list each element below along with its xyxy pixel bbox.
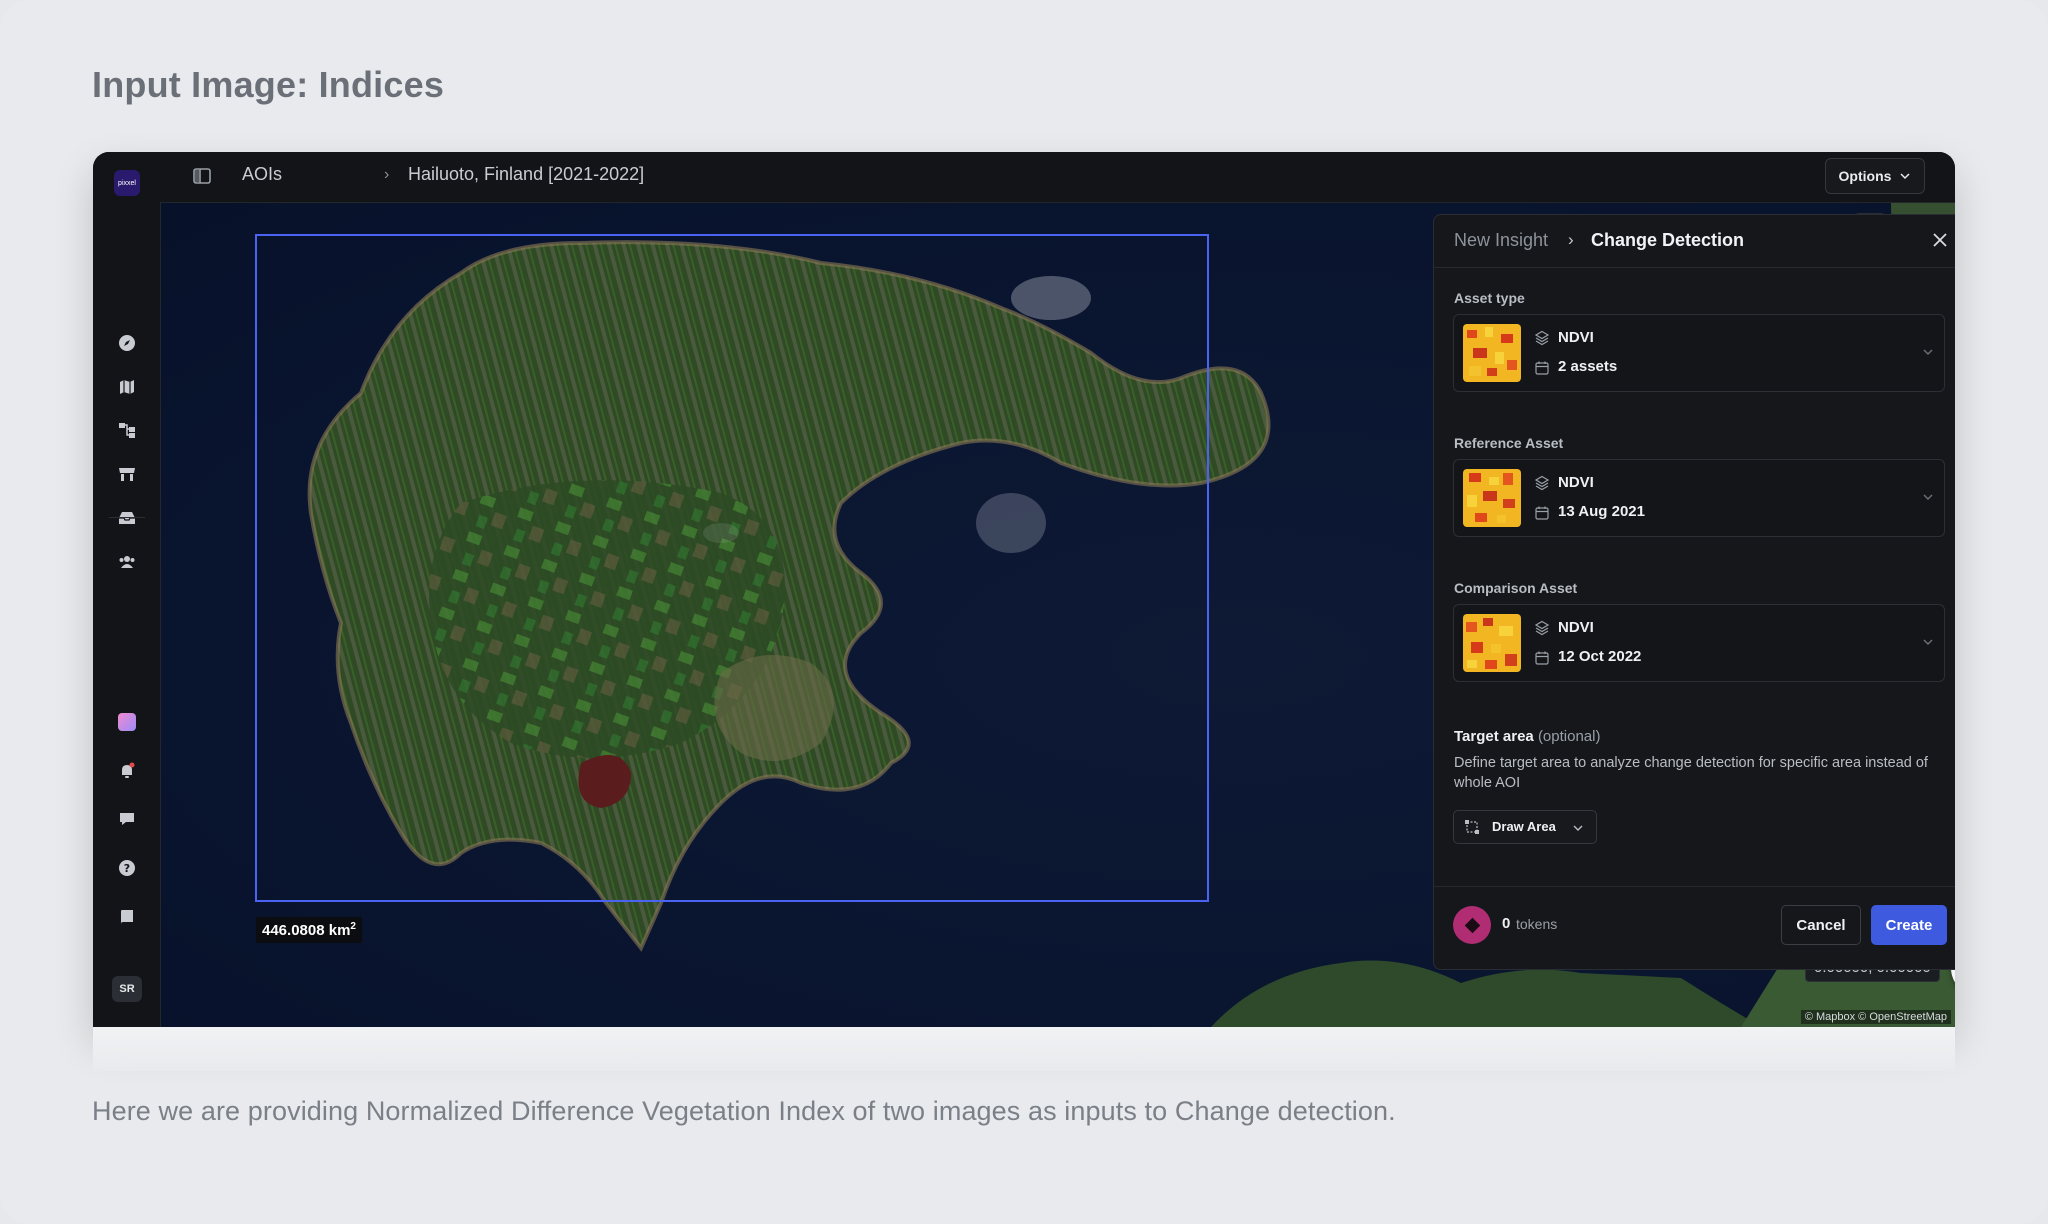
reference-asset-select[interactable]: NDVI 13 Aug 2021: [1453, 459, 1945, 537]
page-caption: Here we are providing Normalized Differe…: [92, 1096, 1396, 1126]
map-nav-icon[interactable]: [116, 376, 138, 398]
help-icon[interactable]: ?: [116, 857, 138, 879]
workspace-icon[interactable]: [118, 713, 136, 731]
breadcrumb-separator: ›: [1568, 230, 1574, 249]
chevron-down-icon: [1900, 173, 1910, 180]
insight-panel: New Insight › Change Detection Asset typ…: [1433, 214, 1955, 970]
target-area-optional: (optional): [1537, 728, 1601, 745]
screenshot-shadow: [93, 1027, 1955, 1071]
draw-area-button[interactable]: Draw Area: [1453, 810, 1597, 844]
breadcrumb-separator: ›: [384, 166, 390, 183]
app-logo[interactable]: pixxel: [114, 170, 140, 196]
area-unit-exponent: 2: [350, 921, 356, 932]
reference-asset-date: 13 Aug 2021: [1558, 503, 1645, 520]
ndvi-thumbnail: [1463, 469, 1521, 527]
options-button[interactable]: Options: [1825, 158, 1925, 194]
aoi-boundary[interactable]: [255, 234, 1209, 902]
comparison-asset-label: Comparison Asset: [1454, 580, 1578, 596]
create-button[interactable]: Create: [1871, 905, 1947, 945]
sidebar: pixxel ? SR: [93, 152, 161, 1027]
breadcrumb-aoi-name[interactable]: Hailuoto, Finland [2021-2022]: [408, 164, 644, 185]
compass-nav-icon[interactable]: [116, 332, 138, 354]
chevron-down-icon: [1922, 346, 1934, 358]
user-avatar[interactable]: SR: [112, 976, 142, 1002]
target-area-label: Target area: [1454, 728, 1534, 745]
feedback-icon[interactable]: [116, 808, 138, 830]
options-label: Options: [1838, 168, 1892, 184]
team-nav-icon[interactable]: [116, 551, 138, 573]
notification-bell-icon[interactable]: [116, 760, 138, 782]
area-measurement: 446.0808 km2: [256, 917, 362, 943]
token-unit: tokens: [1516, 916, 1558, 932]
comparison-asset-select[interactable]: NDVI 12 Oct 2022: [1453, 604, 1945, 682]
chevron-down-icon: [1922, 491, 1934, 503]
sidebar-toggle-icon[interactable]: [192, 166, 212, 186]
svg-text:?: ?: [124, 862, 130, 875]
target-area-title: Target area (optional): [1454, 728, 1600, 745]
asset-type-name: NDVI: [1558, 329, 1594, 346]
calendar-icon: [1534, 360, 1550, 376]
draw-area-icon: [1464, 819, 1480, 835]
calendar-icon: [1534, 505, 1550, 521]
app-screenshot: pixxel ? SR AOIs › Hailuoto, Finland [20…: [93, 152, 1955, 1027]
layers-icon: [1534, 330, 1550, 346]
asset-type-select[interactable]: NDVI 2 assets: [1453, 314, 1945, 392]
calendar-icon: [1534, 650, 1550, 666]
comparison-asset-date: 12 Oct 2022: [1558, 648, 1642, 665]
comparison-asset-name: NDVI: [1558, 619, 1594, 636]
cancel-button[interactable]: Cancel: [1781, 905, 1861, 945]
chevron-down-icon: [1922, 636, 1934, 648]
workflow-nav-icon[interactable]: [116, 419, 138, 441]
asset-type-count: 2 assets: [1558, 358, 1618, 375]
sidebar-divider: [109, 517, 145, 518]
breadcrumb-new-insight[interactable]: New Insight: [1454, 230, 1548, 251]
chevron-down-icon: [1572, 822, 1584, 834]
reference-asset-label: Reference Asset: [1454, 435, 1564, 451]
map-canvas[interactable]: 446.0808 km2 © Mapbox © OpenStreetMap Ne…: [161, 203, 1955, 1027]
area-value: 446.0808 km: [262, 922, 351, 939]
close-icon[interactable]: [1930, 230, 1950, 250]
target-area-description: Define target area to analyze change det…: [1454, 755, 1928, 791]
ndvi-thumbnail: [1463, 614, 1521, 672]
map-attribution[interactable]: © Mapbox © OpenStreetMap: [1800, 1010, 1951, 1024]
store-nav-icon[interactable]: [116, 463, 138, 485]
layers-icon: [1534, 620, 1550, 636]
top-bar: AOIs › Hailuoto, Finland [2021-2022] Opt…: [160, 152, 1955, 203]
breadcrumb-aois[interactable]: AOIs: [242, 164, 282, 185]
layers-icon: [1534, 475, 1550, 491]
page-heading: Input Image: Indices: [92, 64, 445, 105]
token-count: 0: [1502, 915, 1511, 932]
reference-asset-name: NDVI: [1558, 474, 1594, 491]
draw-area-label: Draw Area: [1492, 819, 1556, 834]
token-icon: [1453, 906, 1491, 944]
panel-title: Change Detection: [1591, 230, 1745, 250]
panel-header: New Insight › Change Detection: [1434, 215, 1955, 268]
ndvi-thumbnail: [1463, 324, 1521, 382]
panel-footer: 0 tokens Cancel Create: [1434, 886, 1955, 969]
asset-type-label: Asset type: [1454, 290, 1525, 306]
docs-icon[interactable]: [116, 906, 138, 928]
inbox-nav-icon[interactable]: [116, 507, 138, 529]
